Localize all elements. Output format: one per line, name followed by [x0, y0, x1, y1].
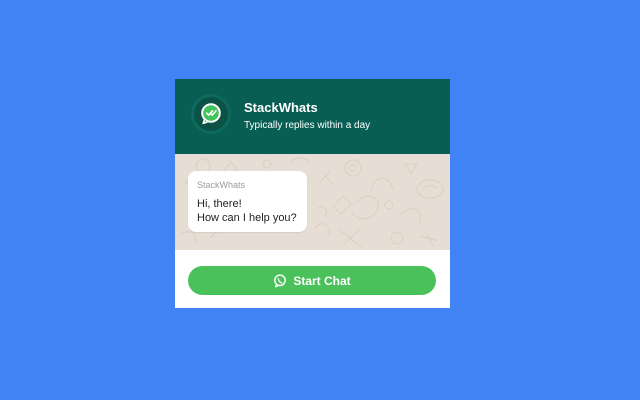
brand-name: StackWhats — [244, 100, 318, 115]
message-bubble: StackWhats Hi, there! How can I help you… — [188, 171, 307, 232]
message-sender: StackWhats — [197, 180, 246, 190]
chat-widget: StackWhats Typically replies within a da… — [175, 79, 450, 308]
whatsapp-icon — [274, 273, 287, 287]
start-chat-button[interactable]: Start Chat — [188, 266, 436, 295]
brand-avatar — [194, 97, 228, 131]
brand-status: Typically replies within a day — [244, 120, 371, 131]
chat-area: StackWhats Hi, there! How can I help you… — [175, 154, 450, 250]
message-line-2: How can I help you? — [197, 212, 297, 224]
chat-footer: Start Chat — [175, 250, 450, 308]
start-chat-label: Start Chat — [293, 273, 351, 288]
chat-header: StackWhats Typically replies within a da… — [175, 79, 450, 154]
whatsapp-logo-icon — [201, 103, 221, 125]
message-line-1: Hi, there! — [197, 198, 242, 210]
